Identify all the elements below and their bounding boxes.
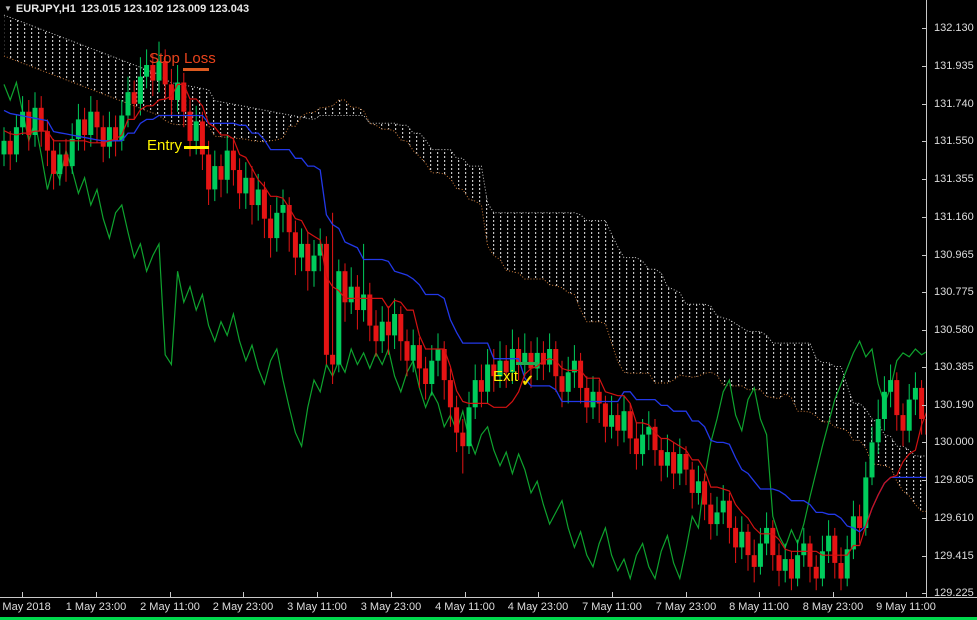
- price-axis-tick: [922, 442, 926, 443]
- price-axis-tick: [922, 66, 926, 67]
- time-axis-label: 7 May 23:00: [656, 601, 717, 613]
- time-axis-label: 1 May 23:00: [66, 601, 127, 613]
- time-axis-label: 8 May 23:00: [803, 601, 864, 613]
- time-axis-tick: [465, 592, 466, 597]
- time-axis-tick: [686, 592, 687, 597]
- time-axis-label: 3 May 11:00: [287, 601, 347, 613]
- time-axis-tick: [96, 592, 97, 597]
- price-axis-tick: [922, 480, 926, 481]
- chart-canvas[interactable]: [0, 0, 926, 597]
- price-axis-label: 129.610: [934, 512, 974, 524]
- price-axis-label: 131.355: [934, 173, 974, 185]
- price-axis[interactable]: 132.130 131.935 131.740 131.550 131.355 131.1…: [926, 0, 977, 597]
- price-axis-label: 132.130: [934, 22, 974, 34]
- price-axis-label: 130.580: [934, 324, 974, 336]
- time-axis-label: 2 May 11:00: [140, 601, 200, 613]
- price-axis-label: 131.160: [934, 211, 974, 223]
- time-axis-tick: [906, 592, 907, 597]
- price-axis-label: 131.740: [934, 98, 974, 110]
- chart-window: ▼ EURJPY,H1 123.015 123.102 123.009 123.04…: [0, 0, 977, 620]
- price-axis-tick: [922, 28, 926, 29]
- price-axis-tick: [922, 367, 926, 368]
- price-axis-tick: [922, 405, 926, 406]
- exit-label: Exit: [493, 368, 518, 385]
- price-axis-tick: [922, 179, 926, 180]
- symbol-timeframe-label: EURJPY,H1: [16, 3, 76, 15]
- entry-line: [184, 146, 209, 149]
- collapse-chevron-icon[interactable]: ▼: [4, 2, 12, 15]
- time-axis-tick: [612, 592, 613, 597]
- price-axis-label: 130.965: [934, 249, 974, 261]
- exit-check-icon: ✓: [521, 371, 534, 391]
- time-axis-label: 8 May 11:00: [729, 601, 789, 613]
- stop-loss-label: Stop Loss: [149, 50, 216, 67]
- ohlc-values: 123.015 123.102 123.009 123.043: [81, 3, 249, 15]
- price-axis-tick: [922, 104, 926, 105]
- time-axis-label: 9 May 11:00: [876, 601, 936, 613]
- time-axis-label: 2 May 23:00: [213, 601, 274, 613]
- time-axis-tick: [391, 592, 392, 597]
- price-axis-tick: [922, 255, 926, 256]
- time-axis[interactable]: 1 May 2018 1 May 23:00 2 May 11:00 2 May 23…: [0, 597, 977, 618]
- price-axis-tick: [922, 593, 926, 594]
- chart-title: ▼ EURJPY,H1 123.015 123.102 123.009 123.04…: [4, 2, 249, 15]
- price-axis-label: 130.190: [934, 399, 974, 411]
- time-axis-tick: [170, 592, 171, 597]
- time-axis-label: 1 May 2018: [0, 601, 51, 613]
- price-axis-tick: [922, 556, 926, 557]
- price-axis-label: 130.385: [934, 361, 974, 373]
- price-axis-label: 129.415: [934, 550, 974, 562]
- time-axis-label: 7 May 11:00: [582, 601, 642, 613]
- time-axis-label: 3 May 23:00: [361, 601, 422, 613]
- price-axis-label: 130.000: [934, 436, 974, 448]
- time-axis-label: 4 May 23:00: [508, 601, 569, 613]
- time-axis-tick: [22, 592, 23, 597]
- price-axis-label: 131.550: [934, 135, 974, 147]
- exit-line: [516, 362, 538, 365]
- time-axis-tick: [833, 592, 834, 597]
- time-axis-label: 4 May 11:00: [435, 601, 495, 613]
- time-axis-tick: [538, 592, 539, 597]
- time-axis-tick: [317, 592, 318, 597]
- entry-label: Entry: [147, 137, 182, 154]
- price-axis-tick: [922, 518, 926, 519]
- price-axis-tick: [922, 292, 926, 293]
- time-axis-tick: [759, 592, 760, 597]
- time-axis-tick: [243, 592, 244, 597]
- price-axis-tick: [922, 141, 926, 142]
- price-axis-label: 129.805: [934, 474, 974, 486]
- stop-loss-line: [183, 68, 209, 71]
- price-axis-tick: [922, 330, 926, 331]
- price-axis-tick: [922, 217, 926, 218]
- price-axis-label: 131.935: [934, 60, 974, 72]
- price-axis-label: 130.775: [934, 286, 974, 298]
